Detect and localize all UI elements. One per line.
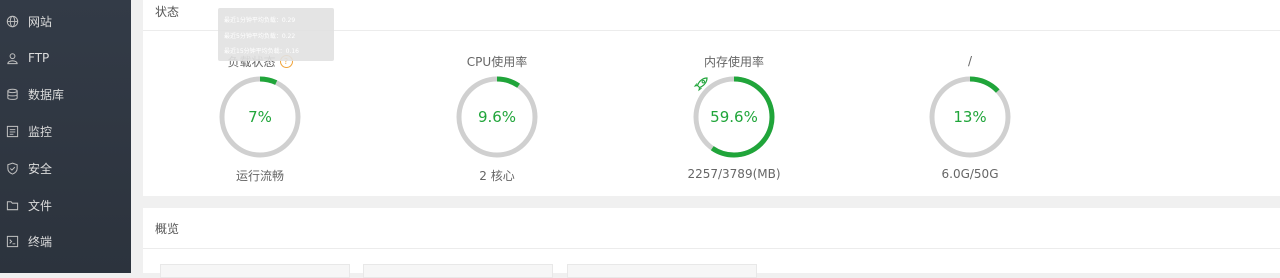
overview-card[interactable] <box>567 264 757 278</box>
folder-icon <box>6 199 19 212</box>
cpu-gauge[interactable]: CPU使用率 9.6% 2 核心 <box>427 52 567 183</box>
sidebar: 网站 FTP 数据库 监控 安全 文件 终端 <box>0 0 131 273</box>
memory-gauge[interactable]: 内存使用率 59.6% 2257/3789(MB) <box>664 52 804 183</box>
gauge-title: CPU使用率 <box>466 54 528 69</box>
gauge-value: 13% <box>953 108 987 126</box>
database-icon <box>6 88 19 101</box>
monitor-icon <box>6 125 19 138</box>
gauge-ring: 7% <box>218 75 302 159</box>
main-content: 状态 负载状态 ? 7% 运行流畅 CPU使用率 9.6% 2 核心 内存使用率… <box>131 0 1280 278</box>
sidebar-item-label: 文件 <box>28 198 53 213</box>
tooltip-line: 最近5分钟平均负载：0.22 <box>224 33 296 40</box>
sidebar-item-terminal[interactable]: 终端 <box>0 223 131 259</box>
terminal-icon <box>6 235 19 248</box>
sidebar-item-website[interactable]: 网站 <box>0 3 131 39</box>
sidebar-item-security[interactable]: 安全 <box>0 150 131 186</box>
gauge-subtitle: 运行流畅 <box>235 169 284 183</box>
cpu-gauge-title-row: CPU使用率 <box>427 52 567 70</box>
sidebar-item-label: 安全 <box>28 161 53 176</box>
sidebar-item-database[interactable]: 数据库 <box>0 76 131 112</box>
sidebar-item-label: 网站 <box>28 14 53 29</box>
gauge-title: 内存使用率 <box>703 54 764 69</box>
status-title: 状态 <box>155 5 180 19</box>
overview-card[interactable] <box>160 264 350 278</box>
gauge-subtitle: 6.0G/50G <box>941 167 999 181</box>
gauge-value: 9.6% <box>477 108 517 126</box>
sidebar-item-label: FTP <box>28 51 50 65</box>
gauge-ring: 13% <box>928 75 1012 159</box>
gauge-subtitle: 2 核心 <box>479 169 515 183</box>
sidebar-item-files[interactable]: 文件 <box>0 187 131 223</box>
overview-panel: 概览 <box>143 208 1280 278</box>
overview-title: 概览 <box>155 222 180 236</box>
overview-card[interactable] <box>363 264 553 278</box>
gauge-value: 7% <box>248 108 272 126</box>
disk-gauge-title-row: / <box>900 52 1040 70</box>
sidebar-item-label: 监控 <box>28 124 53 139</box>
memory-gauge-title-row: 内存使用率 <box>664 52 804 70</box>
shield-icon <box>6 162 19 175</box>
gauge-title: / <box>967 54 973 68</box>
globe-icon <box>6 15 19 28</box>
load-tooltip: 最近1分钟平均负载：0.29 最近5分钟平均负载：0.22 最近15分钟平均负载… <box>218 8 334 61</box>
sidebar-item-label: 终端 <box>28 234 53 249</box>
sidebar-item-monitor[interactable]: 监控 <box>0 113 131 149</box>
gauge-ring: 59.6% <box>692 75 776 159</box>
gauge-value: 59.6% <box>710 108 758 126</box>
overview-header: 概览 <box>143 208 1280 249</box>
disk-gauge[interactable]: / 13% 6.0G/50G <box>900 52 1040 183</box>
gauge-subtitle: 2257/3789(MB) <box>687 167 781 181</box>
sidebar-item-ftp[interactable]: FTP <box>0 40 131 76</box>
load-gauge[interactable]: 负载状态 ? 7% 运行流畅 <box>190 52 330 183</box>
user-icon <box>6 52 19 65</box>
tooltip-line: 最近15分钟平均负载：0.16 <box>224 48 299 55</box>
gauge-ring: 9.6% <box>455 75 539 159</box>
tooltip-line: 最近1分钟平均负载：0.29 <box>224 17 296 24</box>
sidebar-item-label: 数据库 <box>28 87 65 102</box>
